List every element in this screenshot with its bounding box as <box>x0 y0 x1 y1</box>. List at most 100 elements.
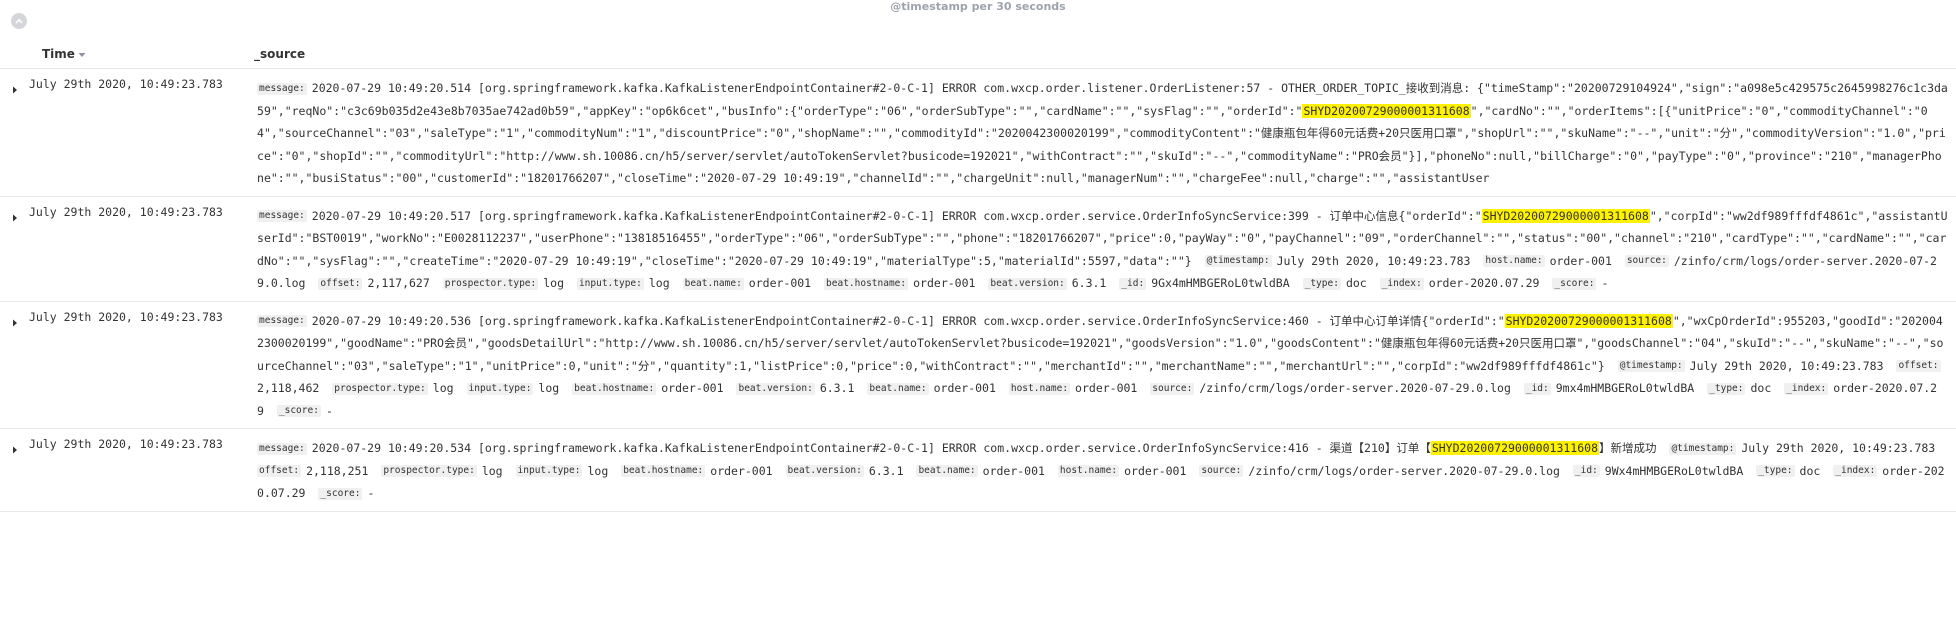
time-column-header[interactable]: Time <box>0 40 249 69</box>
field-value-text: 6.3.1 <box>1071 276 1107 290</box>
time-header-label: Time <box>42 46 75 61</box>
field-value: July 29th 2020, 10:49:23.783 <box>1690 359 1884 373</box>
field-value-text: order-001 <box>982 463 1045 478</box>
table-row[interactable]: July 29th 2020, 10:49:23.783 message: 2020… <box>0 428 1956 512</box>
field-value: 6.3.1 <box>869 464 904 478</box>
field-value: order-001 <box>1075 381 1137 395</box>
field-value-text: - <box>1601 276 1609 290</box>
sort-caret-icon[interactable] <box>78 47 86 61</box>
field-key: _id: <box>1572 465 1600 477</box>
field-key: message: <box>257 210 307 222</box>
field-value: order-001 <box>1124 464 1186 478</box>
field-value-text: /zinfo/crm/logs/order-server.2020-07-29.… <box>1248 463 1560 478</box>
field-value-text: July 29th 2020, 10:49:23.783 <box>1741 441 1936 455</box>
field-key: message: <box>257 442 307 455</box>
field-key: source: <box>1624 255 1669 267</box>
field-value-text: order-001 <box>710 463 773 478</box>
field-key: beat.name: <box>916 465 978 477</box>
field-key: prospector.type: <box>442 277 539 290</box>
field-value-text: 】新增成功 <box>1599 441 1657 455</box>
row-expander[interactable] <box>0 68 28 197</box>
field-value-text: 2,118,462 <box>257 381 320 395</box>
field-value-text: 2,117,627 <box>367 276 430 290</box>
field-value-text: log <box>538 381 560 395</box>
field-key: beat.hostname: <box>572 382 657 395</box>
field-value: order-001 <box>983 464 1045 478</box>
table-row[interactable]: July 29th 2020, 10:49:23.783 message: 2020… <box>0 301 1956 429</box>
histogram-header: @timestamp per 30 seconds <box>0 0 1956 40</box>
field-key: source: <box>1199 465 1244 477</box>
field-key: @timestamp: <box>1617 360 1685 372</box>
field-key: _score: <box>1552 277 1597 290</box>
documents-table: Time _source July 29th 2020, 10:49:23.78… <box>0 40 1956 512</box>
field-value: order-001 <box>913 276 975 290</box>
field-value-text: 2020-07-29 10:49:20.534 [org.springframe… <box>311 441 1431 455</box>
field-value-text: 9Gx4mHMBGERoL0twldBA <box>1151 276 1290 290</box>
field-value-text: order-001 <box>913 276 976 290</box>
field-value: - <box>367 486 374 500</box>
field-value: order-2020.07.29 <box>1429 276 1540 290</box>
field-key: host.name: <box>1483 255 1545 267</box>
row-source: message: 2020-07-29 10:49:20.514 [org.spr… <box>248 68 1956 197</box>
field-value-text: order-001 <box>1549 253 1612 268</box>
row-source: message: 2020-07-29 10:49:20.534 [org.spr… <box>248 428 1956 512</box>
row-timestamp: July 29th 2020, 10:49:23.783 <box>28 428 249 512</box>
field-value-text: doc <box>1750 381 1772 395</box>
field-value-text: - <box>325 403 333 418</box>
field-value: log <box>587 464 608 478</box>
field-key: _type: <box>1756 465 1795 477</box>
field-key: beat.name: <box>682 277 744 290</box>
table-header-row: Time _source <box>0 40 1956 69</box>
row-timestamp: July 29th 2020, 10:49:23.783 <box>28 301 249 429</box>
field-value-text: 6.3.1 <box>868 463 904 478</box>
table-row[interactable]: July 29th 2020, 10:49:23.783 message: 2020… <box>0 68 1956 197</box>
caret-right-icon[interactable] <box>12 439 18 458</box>
field-value: log <box>543 276 564 290</box>
field-key: beat.version: <box>785 465 864 477</box>
field-value-text: 2020-07-29 10:49:20.517 [org.springframe… <box>311 208 1482 223</box>
field-value-text: log <box>587 463 609 478</box>
histogram-caption: @timestamp per 30 seconds <box>890 0 1066 13</box>
table-row[interactable]: July 29th 2020, 10:49:23.783 message: 2020… <box>0 196 1956 302</box>
field-value-text: log <box>481 463 503 478</box>
field-value: 6.3.1 <box>820 381 855 395</box>
field-key: host.name: <box>1008 382 1071 395</box>
row-expander[interactable] <box>0 196 28 302</box>
field-value: log <box>649 276 670 290</box>
caret-right-icon[interactable] <box>12 207 18 226</box>
field-value: log <box>433 381 454 395</box>
field-value-text: order-2020.07.29 <box>1428 276 1540 290</box>
search-highlight: SHYD20200729000001311608 <box>1481 208 1650 223</box>
field-key: _id: <box>1523 382 1551 395</box>
field-key: host.name: <box>1057 465 1120 477</box>
field-value: 9mx4mHMBGERoL0twldBA <box>1556 381 1694 395</box>
field-value: 2,118,462 <box>257 381 319 395</box>
field-value: log <box>482 464 503 478</box>
field-key: @timestamp: <box>1669 442 1737 455</box>
field-value: doc <box>1346 276 1367 290</box>
field-value: July 29th 2020, 10:49:23.783 <box>1741 441 1935 455</box>
field-value-text: 2020-07-29 10:49:20.536 [org.springframe… <box>311 313 1505 328</box>
search-highlight: SHYD20200729000001311608 <box>1504 313 1673 328</box>
caret-right-icon[interactable] <box>12 312 18 331</box>
field-value-text: - <box>367 486 375 500</box>
row-expander[interactable] <box>0 301 28 429</box>
row-source: message: 2020-07-29 10:49:20.536 [org.spr… <box>248 301 1956 429</box>
field-key: message: <box>257 315 307 327</box>
field-value: doc <box>1750 381 1771 395</box>
caret-right-icon[interactable] <box>12 79 18 98</box>
field-value-text: doc <box>1345 276 1367 290</box>
field-key: beat.version: <box>988 277 1067 290</box>
field-value-text: 6.3.1 <box>819 381 855 395</box>
field-value: July 29th 2020, 10:49:23.783 <box>1277 254 1471 268</box>
field-value-text: 2,118,251 <box>306 463 369 478</box>
row-expander[interactable] <box>0 428 28 512</box>
field-value-text: log <box>648 276 670 290</box>
field-value-text: order-001 <box>661 381 724 395</box>
chevron-up-icon[interactable] <box>11 13 27 29</box>
field-value-text: doc <box>1799 463 1821 478</box>
field-value: 2,118,251 <box>306 464 368 478</box>
field-key: _score: <box>318 487 363 500</box>
field-value-text: log <box>543 276 565 290</box>
field-value: doc <box>1800 464 1821 478</box>
